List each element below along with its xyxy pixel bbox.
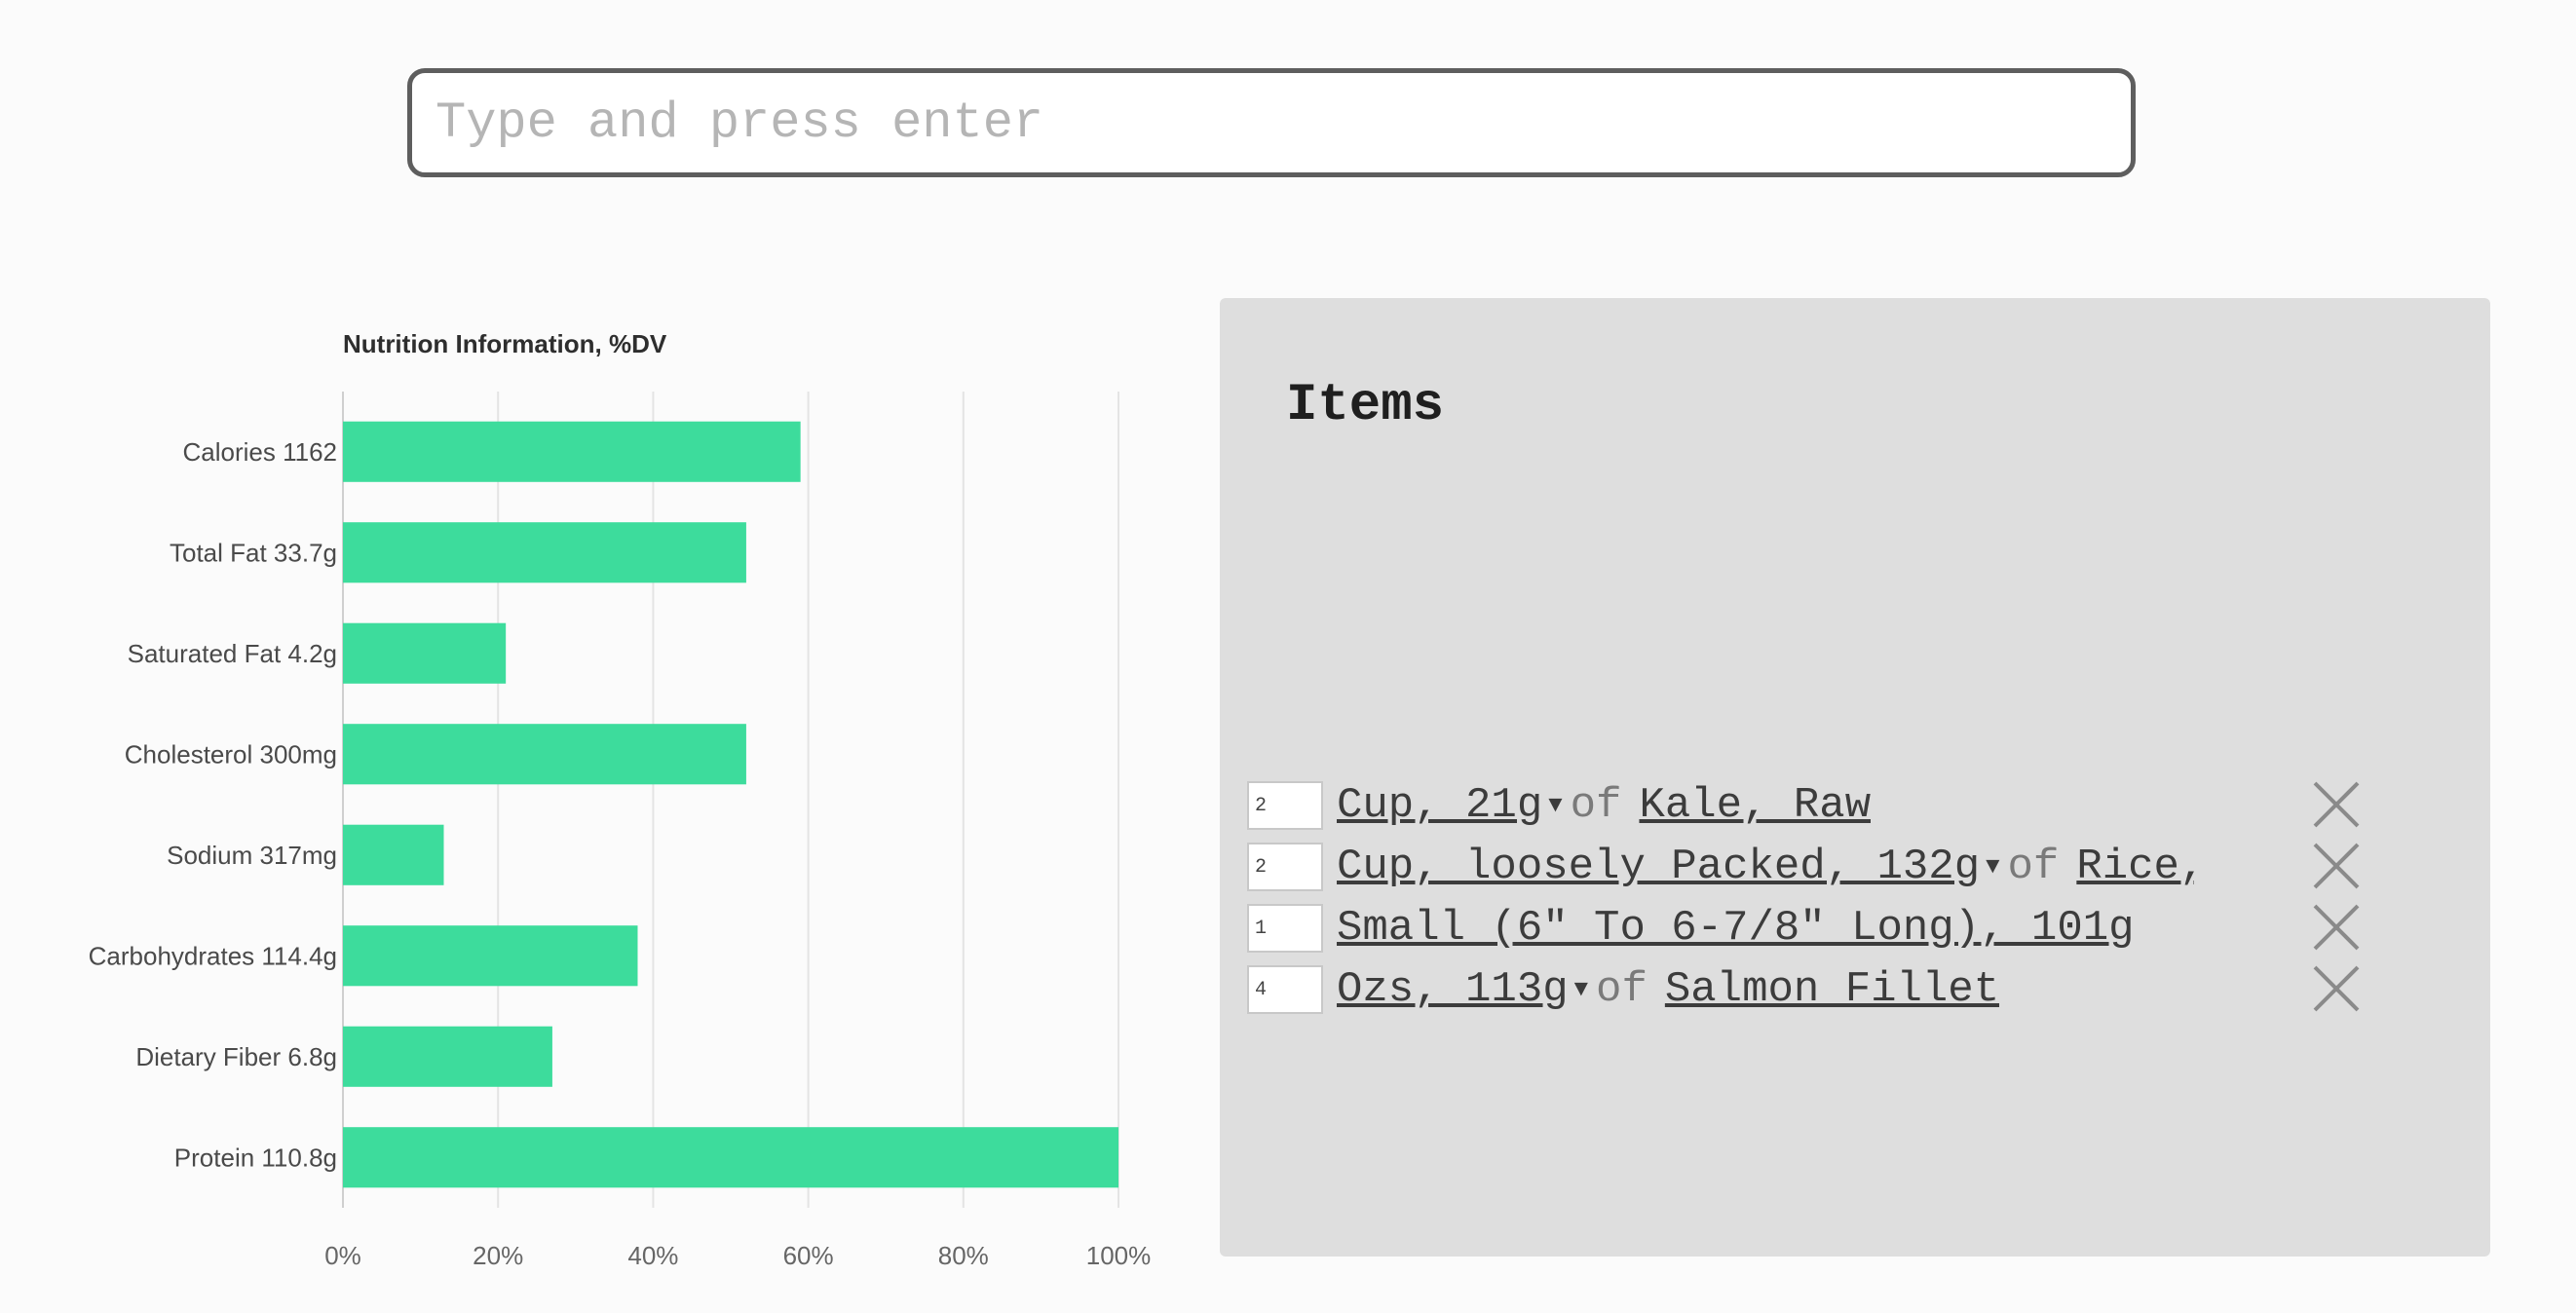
chart-tick-label: 80% <box>938 1241 989 1270</box>
chart-category-label: Sodium 317mg <box>167 841 337 870</box>
chart-category-label: Cholesterol 300mg <box>125 739 337 769</box>
chart-tick-label: 60% <box>783 1241 834 1270</box>
quantity-input[interactable] <box>1247 965 1323 1014</box>
close-icon <box>2313 965 2360 1012</box>
chart-bar <box>343 1127 1118 1188</box>
chart-category-label: Saturated Fat 4.2g <box>128 639 337 668</box>
quantity-input[interactable] <box>1247 781 1323 830</box>
serving-select[interactable]: Cup, loosely Packed, 132g <box>1337 843 1980 891</box>
nutrition-chart: Nutrition Information, %DV Calories 1162… <box>0 312 1189 1286</box>
search-input[interactable] <box>434 93 2109 153</box>
chart-bar <box>343 824 444 885</box>
chart-category-label: Total Fat 33.7g <box>170 538 337 567</box>
item-text: Ozs, 113g ▼ of Salmon Fillet <box>1337 965 1999 1014</box>
chart-bar <box>343 622 507 684</box>
list-item: Ozs, 113g ▼ of Salmon Fillet <box>1247 963 2465 1016</box>
items-title: Items <box>1286 376 1445 435</box>
of-label: of <box>1570 781 1622 830</box>
chart-category-labels: Calories 1162 Total Fat 33.7g Saturated Fa… <box>89 437 337 1173</box>
chart-bar <box>343 925 638 987</box>
chart-title: Nutrition Information, %DV <box>343 329 667 358</box>
item-text: Cup, loosely Packed, 132g ▼ of Rice, ... <box>1337 843 2194 891</box>
list-item: Cup, 21g ▼ of Kale, Raw <box>1247 779 2465 832</box>
items-panel: Items Cup, 21g ▼ of Kale, Raw Cup, loose… <box>1220 298 2490 1257</box>
caret-down-icon[interactable]: ▼ <box>1548 793 1562 819</box>
chart-category-label: Protein 110.8g <box>174 1143 337 1172</box>
food-link[interactable]: Salmon Fillet <box>1665 965 1999 1014</box>
remove-item-button[interactable] <box>2307 959 2366 1018</box>
search-bar <box>407 68 2136 177</box>
item-text: Small (6" To 6-7/8" Long), 101g <box>1337 904 2135 953</box>
chart-tick-label: 0% <box>324 1241 361 1270</box>
close-icon <box>2313 904 2360 951</box>
serving-select[interactable]: Ozs, 113g <box>1337 965 1569 1014</box>
chart-tick-label: 100% <box>1086 1241 1152 1270</box>
quantity-input[interactable] <box>1247 904 1323 953</box>
of-label: of <box>1596 965 1648 1014</box>
chart-tick-label: 20% <box>473 1241 523 1270</box>
item-text: Cup, 21g ▼ of Kale, Raw <box>1337 781 1871 830</box>
chart-tick-labels: 0% 20% 40% 60% 80% 100% <box>324 1241 1151 1270</box>
remove-item-button[interactable] <box>2307 837 2366 895</box>
caret-down-icon[interactable]: ▼ <box>1574 977 1588 1003</box>
caret-down-icon[interactable]: ▼ <box>1986 854 1999 881</box>
chart-category-label: Carbohydrates 114.4g <box>89 941 337 970</box>
list-item: Small (6" To 6-7/8" Long), 101g <box>1247 902 2465 955</box>
chart-bar <box>343 724 746 785</box>
serving-select[interactable]: Cup, 21g <box>1337 781 1542 830</box>
chart-bar <box>343 1026 552 1087</box>
chart-category-label: Dietary Fiber 6.8g <box>135 1042 337 1071</box>
quantity-input[interactable] <box>1247 843 1323 891</box>
remove-item-button[interactable] <box>2307 775 2366 834</box>
remove-item-button[interactable] <box>2307 898 2366 957</box>
chart-category-label: Calories 1162 <box>182 437 337 467</box>
food-link[interactable]: Rice, ... <box>2076 843 2194 891</box>
chart-bar <box>343 421 801 482</box>
chart-tick-label: 40% <box>627 1241 678 1270</box>
close-icon <box>2313 843 2360 889</box>
serving-select[interactable]: Small (6" To 6-7/8" Long), 101g <box>1337 904 2135 953</box>
of-label: of <box>2007 843 2060 891</box>
food-link[interactable]: Kale, Raw <box>1639 781 1871 830</box>
list-item: Cup, loosely Packed, 132g ▼ of Rice, ... <box>1247 841 2465 893</box>
close-icon <box>2313 781 2360 828</box>
nutrition-chart-svg: Nutrition Information, %DV Calories 1162… <box>89 329 1152 1270</box>
chart-bar <box>343 522 746 583</box>
chart-bars <box>343 421 1118 1188</box>
